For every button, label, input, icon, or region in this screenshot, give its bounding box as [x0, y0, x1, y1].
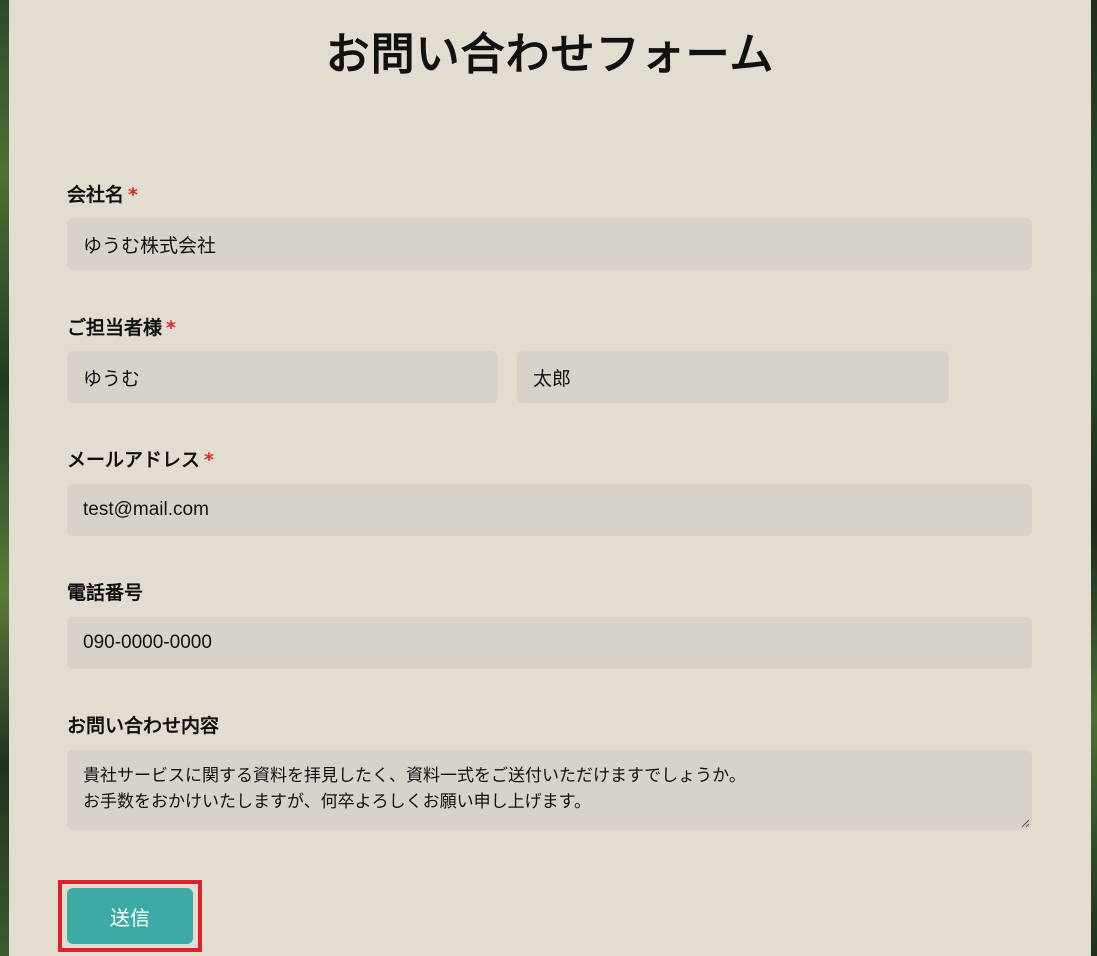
phone-label: 電話番号 [67, 578, 143, 605]
required-mark: * [204, 449, 214, 471]
message-label: お問い合わせ内容 [67, 711, 219, 738]
phone-input-value: 090-0000-0000 [83, 632, 212, 653]
email-label-text: メールアドレス [67, 449, 201, 471]
background-foliage-right [1091, 0, 1097, 956]
page-title: お問い合わせフォーム [325, 29, 775, 80]
first-name-input[interactable]: 太郎 [517, 351, 949, 403]
email-input[interactable]: test@mail.com [67, 484, 1032, 536]
message-textarea[interactable]: 貴社サービスに関する資料を拝見したく、資料一式をご送付いただけますでしょうか。 … [67, 750, 1032, 830]
contact-person-label-text: ご担当者様 [67, 317, 163, 339]
last-name-input[interactable]: ゆうむ [67, 351, 498, 403]
phone-label-text: 電話番号 [67, 582, 144, 604]
email-input-value: test@mail.com [83, 499, 209, 520]
last-name-input-value: ゆうむ [83, 368, 141, 390]
submit-button[interactable]: 送信 [67, 888, 193, 944]
company-input-value: ゆうむ株式会社 [83, 235, 217, 257]
contact-form-panel: お問い合わせフォーム 会社名 * ゆうむ株式会社 ご担当者様 * ゆうむ 太郎 メー… [9, 0, 1091, 956]
resize-handle-icon[interactable] [1020, 818, 1030, 828]
submit-button-label: 送信 [110, 905, 150, 930]
first-name-input-value: 太郎 [533, 368, 572, 390]
message-label-text: お問い合わせ内容 [67, 715, 220, 737]
phone-input[interactable]: 090-0000-0000 [67, 617, 1032, 669]
required-mark: * [166, 317, 176, 339]
message-line: お手数をおかけいたしますが、何卒よろしくお願い申し上げます。 [83, 792, 591, 812]
company-label-text: 会社名 [67, 184, 125, 206]
company-input[interactable]: ゆうむ株式会社 [67, 218, 1032, 270]
contact-person-label: ご担当者様 * [67, 313, 176, 340]
background-foliage-left [0, 0, 9, 956]
required-mark: * [128, 184, 138, 206]
message-line: 貴社サービスに関する資料を拝見したく、資料一式をご送付いただけますでしょうか。 [83, 766, 746, 786]
company-label: 会社名 * [67, 180, 138, 207]
email-label: メールアドレス * [67, 445, 214, 472]
